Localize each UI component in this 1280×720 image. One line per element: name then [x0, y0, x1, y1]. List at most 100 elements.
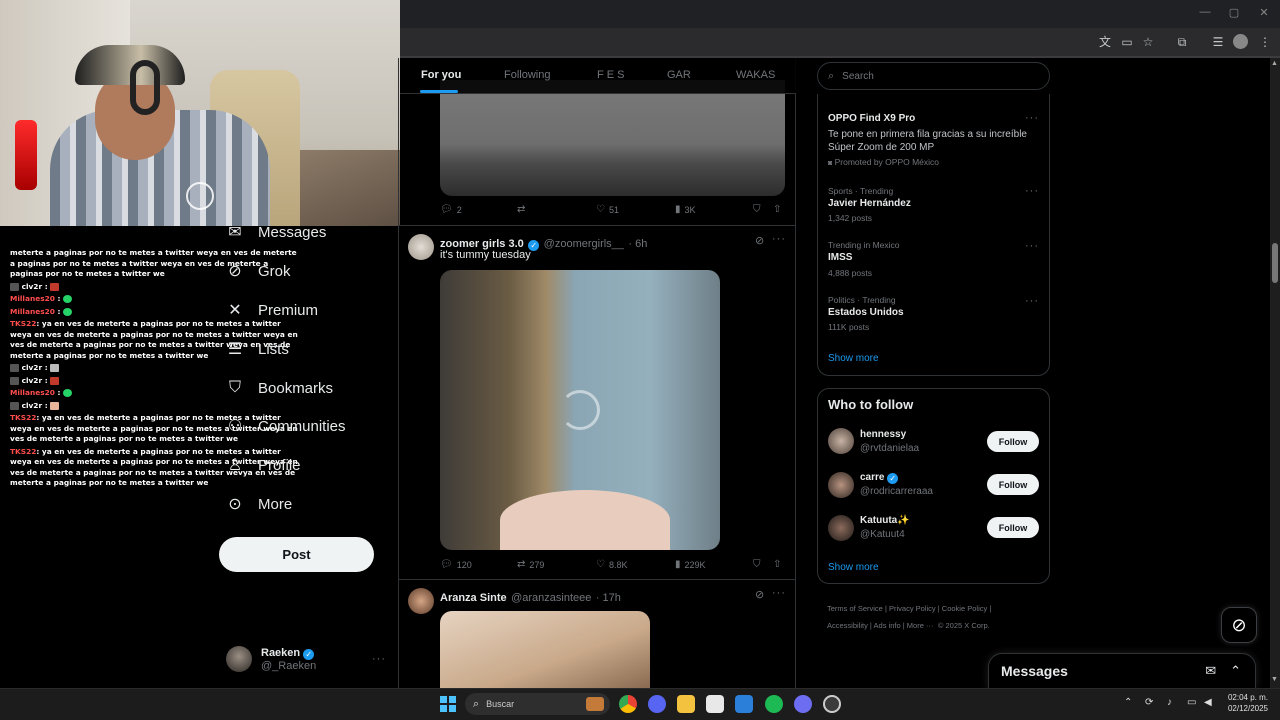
ads-info-link[interactable]: Ads info	[874, 621, 901, 630]
start-menu-icon[interactable]	[440, 696, 456, 712]
trend-title[interactable]: IMSS	[828, 252, 852, 263]
search-input[interactable]	[842, 70, 1023, 82]
trend-more-icon[interactable]: ···	[1025, 240, 1039, 252]
bookmark-button[interactable]: ⛉	[753, 204, 761, 215]
chrome-app-icon[interactable]	[619, 695, 637, 713]
taskbar-search[interactable]: ⌕ Buscar	[465, 693, 610, 715]
scroll-down-icon[interactable]: ▼	[1271, 676, 1278, 683]
suggested-user-handle[interactable]: @Katuut4	[860, 529, 905, 540]
avatar[interactable]	[408, 234, 434, 260]
suggested-user-handle[interactable]: @rvtdanielaa	[860, 443, 919, 454]
restore-icon[interactable]: ▢	[1224, 6, 1244, 22]
nav-grok[interactable]: ⊘ Grok	[226, 259, 290, 283]
star-icon[interactable]: ☆	[1140, 34, 1156, 50]
close-icon[interactable]: ✕	[1254, 6, 1274, 22]
volume-icon[interactable]: ◀	[1204, 697, 1212, 708]
tweet-video[interactable]	[440, 270, 720, 550]
tweet-time[interactable]: · 6h	[628, 238, 647, 250]
trends-show-more-link[interactable]: Show more	[828, 353, 879, 364]
account-switcher[interactable]: Raeken ✓ @_Raeken ···	[226, 643, 386, 675]
tab-fes[interactable]: F E S	[597, 69, 625, 81]
scroll-up-icon[interactable]: ▲	[1271, 60, 1278, 67]
nav-premium[interactable]: ✕ Premium	[226, 298, 318, 322]
reply-button[interactable]: 💬︎ 120	[440, 559, 472, 570]
terms-link[interactable]: Terms of Service	[827, 604, 883, 613]
tab-wakas[interactable]: WAKAS	[736, 69, 775, 81]
nav-communities[interactable]: ⚇ Communities	[226, 414, 346, 438]
tweet-author-name[interactable]: Aranza Sinte	[440, 592, 507, 604]
avatar[interactable]	[408, 588, 434, 614]
follow-button[interactable]: Follow	[987, 431, 1039, 452]
tab-gar[interactable]: GAR	[667, 69, 691, 81]
tweet-media[interactable]	[440, 611, 650, 688]
nav-messages[interactable]: ✉ Messages	[226, 220, 326, 244]
nav-more[interactable]: ⊙ More	[226, 492, 292, 516]
like-button[interactable]: ♡ 8.8K	[596, 559, 627, 570]
repost-button[interactable]: ⇄	[517, 204, 529, 215]
wtf-show-more-link[interactable]: Show more	[828, 562, 879, 573]
tweet-time[interactable]: · 17h	[596, 592, 621, 604]
tab-for-you[interactable]: For you	[421, 69, 461, 81]
file-explorer-icon[interactable]	[677, 695, 695, 713]
spotify-app-icon[interactable]	[765, 695, 783, 713]
page-scrollbar[interactable]	[1270, 58, 1280, 688]
avatar[interactable]	[828, 428, 854, 454]
trend-title[interactable]: Javier Hernández	[828, 198, 911, 209]
suggested-user-name[interactable]: carre ✓	[860, 472, 899, 484]
nav-bookmarks[interactable]: ⛉ Bookmarks	[226, 376, 333, 400]
trend-title[interactable]: OPPO Find X9 Pro	[828, 113, 915, 124]
grok-analyze-icon[interactable]: ⊘	[755, 234, 764, 247]
trend-more-icon[interactable]: ···	[1025, 112, 1039, 124]
scrollbar-thumb[interactable]	[1272, 243, 1278, 283]
account-menu-icon[interactable]: ···	[372, 653, 386, 665]
tweet-media[interactable]	[440, 80, 785, 196]
tab-following[interactable]: Following	[504, 69, 550, 81]
translate-icon[interactable]: 文	[1097, 34, 1113, 50]
minimize-icon[interactable]: —	[1195, 6, 1215, 22]
nav-profile[interactable]: ♙ Profile	[226, 453, 301, 477]
browser-menu-icon[interactable]: ⋮	[1257, 34, 1273, 50]
avatar[interactable]	[828, 472, 854, 498]
views-button[interactable]: ▮ 3K	[675, 204, 696, 215]
share-button[interactable]: ⇧	[773, 559, 781, 570]
trend-title[interactable]: Estados Unidos	[828, 307, 904, 318]
footer-more-link[interactable]: More ···	[907, 621, 934, 630]
search-bar[interactable]: ⌕	[817, 62, 1050, 90]
app-icon[interactable]	[794, 695, 812, 713]
tweet-author-handle[interactable]: @aranzasinteee	[511, 592, 591, 604]
messages-drawer[interactable]: Messages ✉ ⌃	[988, 653, 1256, 689]
grok-fab-button[interactable]: ⊘	[1221, 607, 1257, 643]
suggested-user-name[interactable]: Katuuta✨	[860, 515, 910, 526]
tray-overflow-icon[interactable]: ⌃	[1124, 697, 1132, 708]
suggested-user-handle[interactable]: @rodricarreraaa	[860, 486, 933, 497]
accessibility-link[interactable]: Accessibility	[827, 621, 868, 630]
reply-button[interactable]: 💬︎ 2	[440, 204, 462, 215]
cookie-link[interactable]: Cookie Policy	[942, 604, 987, 613]
follow-button[interactable]: Follow	[987, 517, 1039, 538]
network-icon[interactable]: ▭	[1187, 697, 1196, 708]
expand-icon[interactable]: ⌃	[1230, 663, 1241, 679]
tweet-more-icon[interactable]: ···	[772, 233, 786, 245]
obs-app-icon[interactable]	[823, 695, 841, 713]
new-message-icon[interactable]: ✉	[1205, 663, 1216, 679]
avatar[interactable]	[828, 515, 854, 541]
views-button[interactable]: ▮ 229K	[675, 559, 706, 570]
microphone-icon[interactable]: ♪	[1167, 697, 1172, 708]
extensions-icon[interactable]: ⧉	[1174, 34, 1190, 50]
sync-icon[interactable]: ⟳	[1145, 697, 1153, 708]
privacy-link[interactable]: Privacy Policy	[889, 604, 936, 613]
cast-icon[interactable]: ▭	[1119, 34, 1135, 50]
grok-analyze-icon[interactable]: ⊘	[755, 588, 764, 601]
mail-app-icon[interactable]	[735, 695, 753, 713]
repost-button[interactable]: ⇄ 279	[517, 559, 544, 570]
suggested-user-name[interactable]: hennessy	[860, 429, 906, 440]
clock[interactable]: 02:04 p. m. 02/12/2025	[1222, 692, 1268, 714]
reading-list-icon[interactable]: ☰	[1210, 34, 1226, 50]
bookmark-button[interactable]: ⛉	[753, 559, 761, 570]
tweet-more-icon[interactable]: ···	[772, 587, 786, 599]
discord-app-icon[interactable]	[648, 695, 666, 713]
tweet-author-handle[interactable]: @zoomergirls__	[544, 238, 624, 250]
trend-more-icon[interactable]: ···	[1025, 295, 1039, 307]
share-button[interactable]: ⇧	[773, 204, 781, 215]
nav-lists[interactable]: ☰ Lists	[226, 337, 289, 361]
